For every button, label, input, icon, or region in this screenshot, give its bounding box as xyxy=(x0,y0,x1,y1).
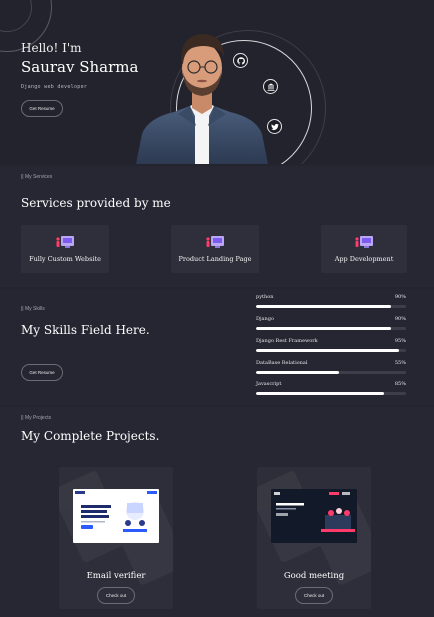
service-label: App Development xyxy=(334,255,394,263)
skill-name: DataBase Relational xyxy=(256,360,308,366)
bank-icon[interactable] xyxy=(263,79,278,94)
skills-title: My Skills Field Here. xyxy=(21,323,150,337)
skill-progress-fill xyxy=(256,327,391,330)
skill-name: Javascript xyxy=(256,381,282,387)
web-design-icon xyxy=(355,236,373,248)
skill-name: Django Rest Framework xyxy=(256,338,318,344)
service-card[interactable]: Fully Custom Website xyxy=(21,225,109,273)
project-title: Email verifier xyxy=(86,571,146,581)
get-resume-button[interactable]: Get Resume xyxy=(21,100,63,117)
skill-progress-bar xyxy=(256,349,406,352)
skill-percent: 90% xyxy=(394,294,406,300)
projects-title: My Complete Projects. xyxy=(21,429,160,443)
skill-progress-bar xyxy=(256,327,406,330)
github-icon[interactable] xyxy=(233,53,248,68)
hero-section: Hello! I'm Saurav Sharma Django web deve… xyxy=(0,0,434,164)
skill-item: DataBase Relational 55% xyxy=(256,360,406,380)
hero-greeting: Hello! I'm xyxy=(21,41,82,55)
skill-item: python 90% xyxy=(256,294,406,314)
get-resume-button[interactable]: Get Resume xyxy=(21,364,63,381)
skill-name: Django xyxy=(256,316,274,322)
project-card[interactable]: Email verifier Check out xyxy=(59,467,173,609)
skill-progress-bar xyxy=(256,371,406,374)
skill-percent: 85% xyxy=(394,381,406,387)
check-out-button[interactable]: Check out xyxy=(97,587,135,604)
profile-photo xyxy=(136,34,268,164)
skill-item: Django 90% xyxy=(256,316,406,336)
skill-progress-fill xyxy=(256,392,384,395)
skills-section: || My Skills My Skills Field Here. Get R… xyxy=(0,289,434,405)
services-breadcrumb: || My Services xyxy=(21,174,53,180)
services-section: || My Services Services provided by me F… xyxy=(0,166,434,287)
service-card[interactable]: Product Landing Page xyxy=(171,225,259,273)
projects-section: || My Projects My Complete Projects. Ema… xyxy=(0,407,434,617)
hero-role: Django web developer xyxy=(21,84,88,90)
twitter-icon[interactable] xyxy=(267,119,282,134)
skills-breadcrumb: || My Skills xyxy=(21,306,45,312)
skill-progress-bar xyxy=(256,392,406,395)
service-card[interactable]: App Development xyxy=(321,225,407,273)
skill-percent: 90% xyxy=(394,316,406,322)
skill-progress-fill xyxy=(256,305,391,308)
skill-percent: 95% xyxy=(394,338,406,344)
project-screenshot xyxy=(73,489,159,543)
skill-progress-fill xyxy=(256,371,339,374)
hero-name: Saurav Sharma xyxy=(21,58,139,76)
web-design-icon xyxy=(56,236,74,248)
project-screenshot xyxy=(271,489,357,543)
skill-percent: 55% xyxy=(394,360,406,366)
skill-item: Django Rest Framework 95% xyxy=(256,338,406,358)
project-card[interactable]: Good meeting Check out xyxy=(257,467,371,609)
check-out-button[interactable]: Check out xyxy=(295,587,333,604)
skill-progress-fill xyxy=(256,349,399,352)
service-label: Product Landing Page xyxy=(178,255,252,263)
skill-progress-bar xyxy=(256,305,406,308)
projects-breadcrumb: || My Projects xyxy=(21,415,52,421)
services-title: Services provided by me xyxy=(21,196,171,210)
web-design-icon xyxy=(206,236,224,248)
service-label: Fully Custom Website xyxy=(29,255,101,263)
skill-name: python xyxy=(256,294,274,300)
skill-item: Javascript 85% xyxy=(256,381,406,401)
project-title: Good meeting xyxy=(283,571,345,581)
